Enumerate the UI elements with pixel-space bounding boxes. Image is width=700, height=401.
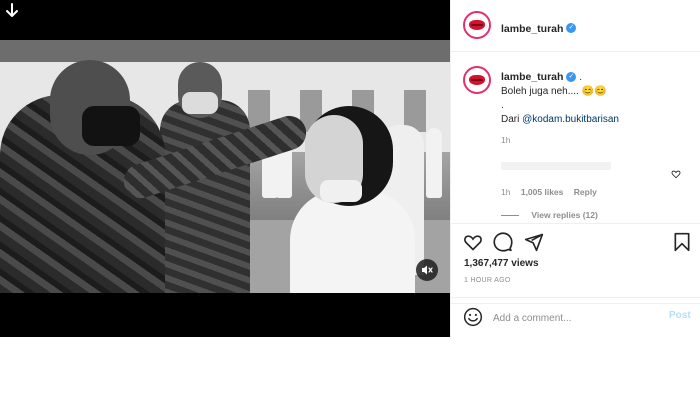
views-count[interactable]: 1,367,477 views bbox=[464, 258, 539, 269]
lips-logo-icon bbox=[469, 20, 485, 30]
avatar[interactable] bbox=[463, 11, 491, 39]
arrow-down-icon[interactable] bbox=[5, 3, 19, 19]
caption-suffix: . bbox=[576, 72, 582, 83]
caption-avatar[interactable] bbox=[463, 66, 491, 94]
verified-badge-icon: ✓ bbox=[566, 22, 577, 33]
caption-time: 1h bbox=[501, 135, 511, 145]
caption-username[interactable]: lambe_turah bbox=[501, 71, 563, 83]
bookmark-icon[interactable] bbox=[673, 232, 691, 252]
smile-emoji-icon: 😊 bbox=[594, 86, 607, 97]
share-send-icon[interactable] bbox=[524, 232, 544, 252]
comment-input[interactable] bbox=[493, 310, 663, 326]
smile-emoji-icon: 😊 bbox=[581, 86, 595, 97]
posted-time: 1 HOUR AGO bbox=[464, 277, 511, 284]
caption-from-label: Dari bbox=[501, 114, 523, 125]
mute-button[interactable] bbox=[416, 259, 438, 281]
blurred-comment bbox=[501, 162, 611, 170]
reply-button[interactable]: Reply bbox=[574, 187, 597, 197]
video-panel[interactable] bbox=[0, 0, 450, 337]
view-replies-button[interactable]: View replies (12) bbox=[531, 210, 597, 220]
post-comment-button[interactable]: Post bbox=[669, 310, 691, 321]
replies-divider bbox=[501, 215, 519, 217]
mention-link[interactable]: @kodam.bukitbarisan bbox=[522, 114, 619, 125]
verified-badge-icon: ✓ bbox=[566, 72, 577, 83]
speaker-muted-icon bbox=[422, 265, 433, 275]
video-frame[interactable] bbox=[0, 40, 450, 293]
like-heart-icon[interactable] bbox=[463, 232, 483, 252]
instagram-post-viewer: lambe_turah ✓ lambe_turah ✓ . Boleh juga n… bbox=[0, 0, 700, 337]
caption-line2: . bbox=[501, 100, 504, 111]
comments-section: lambe_turah ✓ . Boleh juga neh.... 😊😊 . D… bbox=[451, 52, 700, 224]
post-header: lambe_turah ✓ bbox=[451, 0, 700, 52]
comment-time: 1h bbox=[501, 187, 511, 197]
heart-icon[interactable] bbox=[671, 169, 681, 179]
caption-line1: Boleh juga neh.... bbox=[501, 86, 579, 97]
comment-bar: Post bbox=[451, 297, 700, 337]
lips-logo-icon bbox=[469, 75, 485, 85]
comment-bubble-icon[interactable] bbox=[493, 232, 513, 252]
comment-likes[interactable]: 1,005 likes bbox=[521, 187, 564, 197]
post-panel: lambe_turah ✓ lambe_turah ✓ . Boleh juga n… bbox=[450, 0, 700, 337]
emoji-icon[interactable] bbox=[463, 307, 483, 327]
header-username[interactable]: lambe_turah bbox=[501, 23, 563, 35]
